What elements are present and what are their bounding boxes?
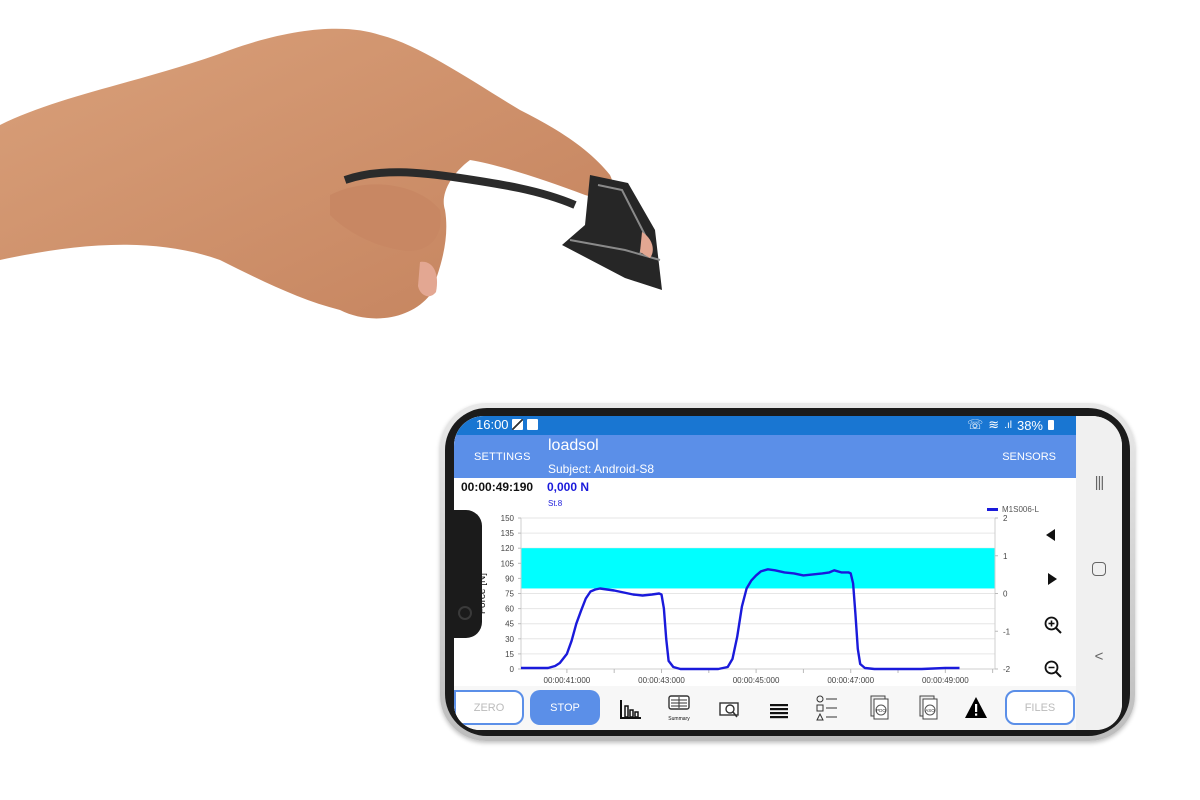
y-tick-label: 45 — [505, 620, 514, 629]
zoom-out-button[interactable] — [1044, 660, 1062, 681]
y-tick-label: 60 — [505, 605, 514, 614]
y-tick-label: 0 — [510, 665, 515, 674]
stop-button[interactable]: STOP — [530, 690, 600, 725]
y-tick-label: 120 — [501, 544, 515, 553]
x-tick-label: 00:00:49:000 — [922, 676, 969, 685]
y-tick-label: 105 — [501, 559, 515, 568]
stack-lines-icon[interactable] — [767, 698, 791, 722]
triangle-left-icon — [1046, 529, 1055, 541]
zoom-out-icon — [1044, 660, 1062, 678]
svg-text:ASO: ASO — [925, 708, 935, 713]
phone-camera-notch — [452, 510, 482, 638]
y2-tick-label: 1 — [1003, 552, 1008, 561]
status-time: 16:00 — [476, 417, 509, 432]
force-chart[interactable]: 0 15 30 45 60 75 90 105 120 135 150 -2 -1 0 1 2 00:00:41… — [454, 506, 1044, 686]
android-nav-bar: ||| < — [1076, 416, 1122, 730]
wifi-icon: ≋ — [988, 417, 1000, 432]
svg-text:PDO: PDO — [876, 708, 886, 713]
forearm-and-hand — [0, 28, 613, 319]
summary-icon — [668, 695, 690, 710]
loadsol-app: 16:00 ☏ ≋ .ıl 38% SETTINGS loadsol Subje… — [454, 416, 1076, 730]
y-tick-label: 135 — [501, 529, 515, 538]
zoom-in-button[interactable] — [1044, 616, 1062, 637]
x-tick-label: 00:00:47:000 — [827, 676, 874, 685]
home-icon[interactable] — [1090, 562, 1108, 580]
subject-label: Subject: Android-S8 — [548, 462, 655, 476]
target-band — [521, 548, 995, 589]
zero-label: ZERO — [473, 701, 505, 714]
bottom-toolbar: ZERO STOP Summary PDO ASO FILES — [454, 686, 1076, 730]
inspect-icon[interactable] — [718, 698, 742, 722]
y-tick-label: 30 — [505, 635, 514, 644]
zero-button[interactable]: ZERO — [454, 690, 524, 725]
battery-icon — [1048, 420, 1054, 430]
hand-with-sensor-photo — [0, 28, 662, 319]
gallery-icon — [527, 419, 538, 430]
y2-tick-label: 0 — [1003, 590, 1008, 599]
shapes-list-icon[interactable] — [815, 694, 839, 722]
finger-sensor-wrap — [562, 175, 662, 290]
pan-left-button[interactable] — [1046, 529, 1056, 544]
zoom-in-icon — [1044, 616, 1062, 634]
pdo-file-icon[interactable]: PDO — [867, 694, 891, 722]
settings-button[interactable]: SETTINGS — [474, 451, 531, 463]
y2-tick-label: -1 — [1003, 627, 1011, 636]
elapsed-time: 00:00:49:190 — [461, 480, 534, 494]
files-button[interactable]: FILES — [1005, 690, 1075, 725]
y-tick-label: 75 — [505, 590, 514, 599]
y-tick-label: 150 — [501, 514, 515, 523]
back-icon[interactable]: < — [1090, 648, 1108, 666]
y2-tick-label: 2 — [1003, 514, 1008, 523]
files-label: FILES — [1024, 701, 1056, 714]
phone-screen: 16:00 ☏ ≋ .ıl 38% SETTINGS loadsol Subje… — [454, 416, 1122, 730]
y2-tick-label: -2 — [1003, 665, 1011, 674]
edit-app-icon — [512, 419, 523, 430]
y-tick-label: 15 — [505, 650, 514, 659]
summary-tool[interactable]: Summary — [666, 695, 692, 723]
current-force: 0,000 N — [547, 480, 590, 494]
signal-icon: .ıl — [1004, 419, 1012, 431]
front-camera — [458, 606, 472, 620]
wifi-call-icon: ☏ — [967, 417, 984, 432]
recents-icon[interactable]: ||| — [1090, 474, 1108, 492]
y-tick-label: 90 — [505, 574, 514, 583]
pan-right-button[interactable] — [1048, 573, 1058, 588]
bar-chart-icon[interactable] — [619, 698, 643, 722]
warning-icon[interactable] — [964, 696, 988, 720]
sensors-button[interactable]: SENSORS — [1002, 451, 1056, 463]
app-bar: SETTINGS loadsol Subject: Android-S8 SEN… — [454, 435, 1076, 478]
app-title: loadsol — [548, 437, 599, 454]
x-tick-label: 00:00:41:000 — [544, 676, 591, 685]
summary-label: Summary — [668, 716, 690, 722]
triangle-right-icon — [1048, 573, 1057, 585]
x-tick-label: 00:00:45:000 — [733, 676, 780, 685]
x-tick-label: 00:00:43:000 — [638, 676, 685, 685]
status-bar: 16:00 ☏ ≋ .ıl 38% — [454, 416, 1076, 435]
stop-label: STOP — [550, 701, 580, 714]
aso-file-icon[interactable]: ASO — [916, 694, 940, 722]
battery-percent: 38% — [1016, 417, 1043, 433]
